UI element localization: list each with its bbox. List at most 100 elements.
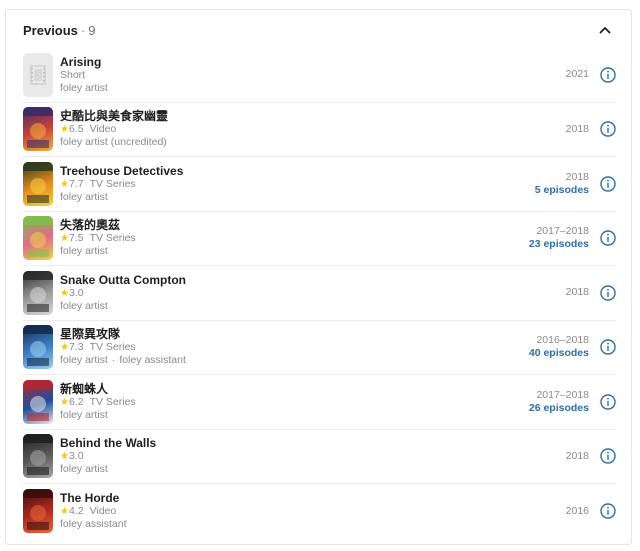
credit-row[interactable]: Treehouse Detectives ★7.7 TV Series foley a… xyxy=(23,157,616,212)
title-type: Video xyxy=(89,505,117,518)
rating-value: 7.5 xyxy=(68,232,84,245)
role-label: foley artist xyxy=(60,299,108,312)
info-icon[interactable] xyxy=(600,176,616,192)
title-type: TV Series xyxy=(89,177,136,190)
title-type: Short xyxy=(60,68,86,81)
credit-role: foley assistant xyxy=(60,518,566,531)
star-icon: ★ xyxy=(60,506,69,518)
credit-title[interactable]: The Horde xyxy=(60,491,566,505)
title-type: TV Series xyxy=(89,232,136,245)
section-title-text: Previous xyxy=(23,22,78,38)
poster-thumbnail[interactable] xyxy=(23,379,53,424)
year-range: 2017–2018 xyxy=(536,388,589,401)
section-header[interactable]: Previous · 9 xyxy=(6,12,631,48)
previous-credits-card: Previous · 9 Arising Short foley artist 2021 史… xyxy=(5,9,632,545)
star-icon: ★ xyxy=(60,178,69,190)
credit-info: The Horde ★4.2 Video foley assistant xyxy=(60,491,566,531)
info-icon[interactable] xyxy=(600,67,616,83)
info-icon[interactable] xyxy=(600,448,616,464)
info-icon[interactable] xyxy=(600,121,616,137)
credit-row[interactable]: Arising Short foley artist 2021 xyxy=(23,48,616,103)
star-icon: ★ xyxy=(60,342,69,354)
credit-row[interactable]: Snake Outta Compton ★3.0 foley artist 2018 xyxy=(23,266,616,321)
credit-years: 2016 xyxy=(566,505,589,518)
info-icon[interactable] xyxy=(600,285,616,301)
credit-title[interactable]: Snake Outta Compton xyxy=(60,273,566,287)
credit-meta: ★7.5 TV Series xyxy=(60,232,529,245)
credit-info: 星際異攻隊 ★7.3 TV Series foley artist · foley ass… xyxy=(60,327,529,367)
credit-info: Snake Outta Compton ★3.0 foley artist xyxy=(60,273,566,313)
section-count: 9 xyxy=(88,22,96,38)
star-icon: ★ xyxy=(60,287,69,299)
credit-role: foley artist xyxy=(60,245,529,258)
credit-years: 2018 xyxy=(566,286,589,299)
role-label: foley artist xyxy=(60,245,108,258)
credit-row[interactable]: The Horde ★4.2 Video foley assistant 2016 xyxy=(23,484,616,539)
role-label: foley artist xyxy=(60,463,108,476)
episode-count-link[interactable]: 23 episodes xyxy=(529,238,589,251)
rating-value: 6.2 xyxy=(68,395,84,408)
credit-row[interactable]: 星際異攻隊 ★7.3 TV Series foley artist · foley ass… xyxy=(23,321,616,375)
role-separator: · xyxy=(111,354,116,367)
info-icon[interactable] xyxy=(600,339,616,355)
credit-list: Arising Short foley artist 2021 史酷比與美食家幽靈 ★6.… xyxy=(6,48,631,539)
info-icon[interactable] xyxy=(600,503,616,519)
year-range: 2018 xyxy=(565,122,589,135)
credit-info: Arising Short foley artist xyxy=(60,55,566,95)
year-range: 2018 xyxy=(565,286,589,299)
credit-title[interactable]: Treehouse Detectives xyxy=(60,164,535,178)
info-icon[interactable] xyxy=(600,394,616,410)
poster-placeholder-icon[interactable] xyxy=(23,52,53,97)
poster-thumbnail[interactable] xyxy=(23,270,53,315)
credit-row[interactable]: 新蜘蛛人 ★6.2 TV Series foley artist 2017–2018 26… xyxy=(23,375,616,430)
credit-years: 2017–2018 26 episodes xyxy=(529,389,589,415)
credit-title[interactable]: 新蜘蛛人 xyxy=(60,382,529,396)
credit-role: foley artist xyxy=(60,300,566,313)
credit-years: 2018 xyxy=(566,450,589,463)
year-range: 2017–2018 xyxy=(536,225,589,238)
credit-info: Treehouse Detectives ★7.7 TV Series foley a… xyxy=(60,164,535,204)
credit-title[interactable]: 失落的奧茲 xyxy=(60,218,529,232)
credit-years: 2018 5 episodes xyxy=(535,171,589,197)
episode-count-link[interactable]: 26 episodes xyxy=(529,402,589,415)
year-range: 2018 xyxy=(565,449,589,462)
credit-title[interactable]: Behind the Walls xyxy=(60,436,566,450)
star-icon: ★ xyxy=(60,396,69,408)
credit-title[interactable]: Arising xyxy=(60,55,566,69)
credit-row[interactable]: 失落的奧茲 ★7.5 TV Series foley artist 2017–2018 2… xyxy=(23,212,616,266)
credit-role: foley artist · foley assistant xyxy=(60,354,529,367)
credit-meta: ★3.0 xyxy=(60,450,566,463)
role-label: foley artist (uncredited) xyxy=(60,136,167,149)
credit-info: 失落的奧茲 ★7.5 TV Series foley artist xyxy=(60,218,529,258)
credit-years: 2021 xyxy=(566,68,589,81)
star-icon: ★ xyxy=(60,233,69,245)
credit-role: foley artist xyxy=(60,82,566,95)
role-label: foley artist xyxy=(60,354,108,367)
year-range: 2018 xyxy=(565,170,589,183)
poster-thumbnail[interactable] xyxy=(23,489,53,534)
title-type: TV Series xyxy=(89,395,136,408)
credit-years: 2017–2018 23 episodes xyxy=(529,225,589,251)
info-icon[interactable] xyxy=(600,230,616,246)
poster-thumbnail[interactable] xyxy=(23,107,53,152)
star-icon: ★ xyxy=(60,451,69,463)
rating-value: 3.0 xyxy=(68,286,84,299)
poster-thumbnail[interactable] xyxy=(23,216,53,261)
poster-thumbnail[interactable] xyxy=(23,325,53,370)
credit-title[interactable]: 史酷比與美食家幽靈 xyxy=(60,109,566,123)
credit-row[interactable]: Behind the Walls ★3.0 foley artist 2018 xyxy=(23,430,616,484)
poster-thumbnail[interactable] xyxy=(23,434,53,479)
credit-info: 新蜘蛛人 ★6.2 TV Series foley artist xyxy=(60,382,529,422)
credit-title[interactable]: 星際異攻隊 xyxy=(60,327,529,341)
credit-row[interactable]: 史酷比與美食家幽靈 ★6.5 Video foley artist (uncredit… xyxy=(23,103,616,157)
rating-value: 7.7 xyxy=(68,177,84,190)
year-range: 2016–2018 xyxy=(536,334,589,347)
episode-count-link[interactable]: 40 episodes xyxy=(529,347,589,360)
collapse-chevron-up-icon[interactable] xyxy=(596,21,614,39)
credit-info: Behind the Walls ★3.0 foley artist xyxy=(60,436,566,476)
credit-meta: Short xyxy=(60,69,566,82)
episode-count-link[interactable]: 5 episodes xyxy=(535,184,589,197)
poster-thumbnail[interactable] xyxy=(23,161,53,206)
credit-role: foley artist xyxy=(60,409,529,422)
year-range: 2016 xyxy=(565,504,589,517)
